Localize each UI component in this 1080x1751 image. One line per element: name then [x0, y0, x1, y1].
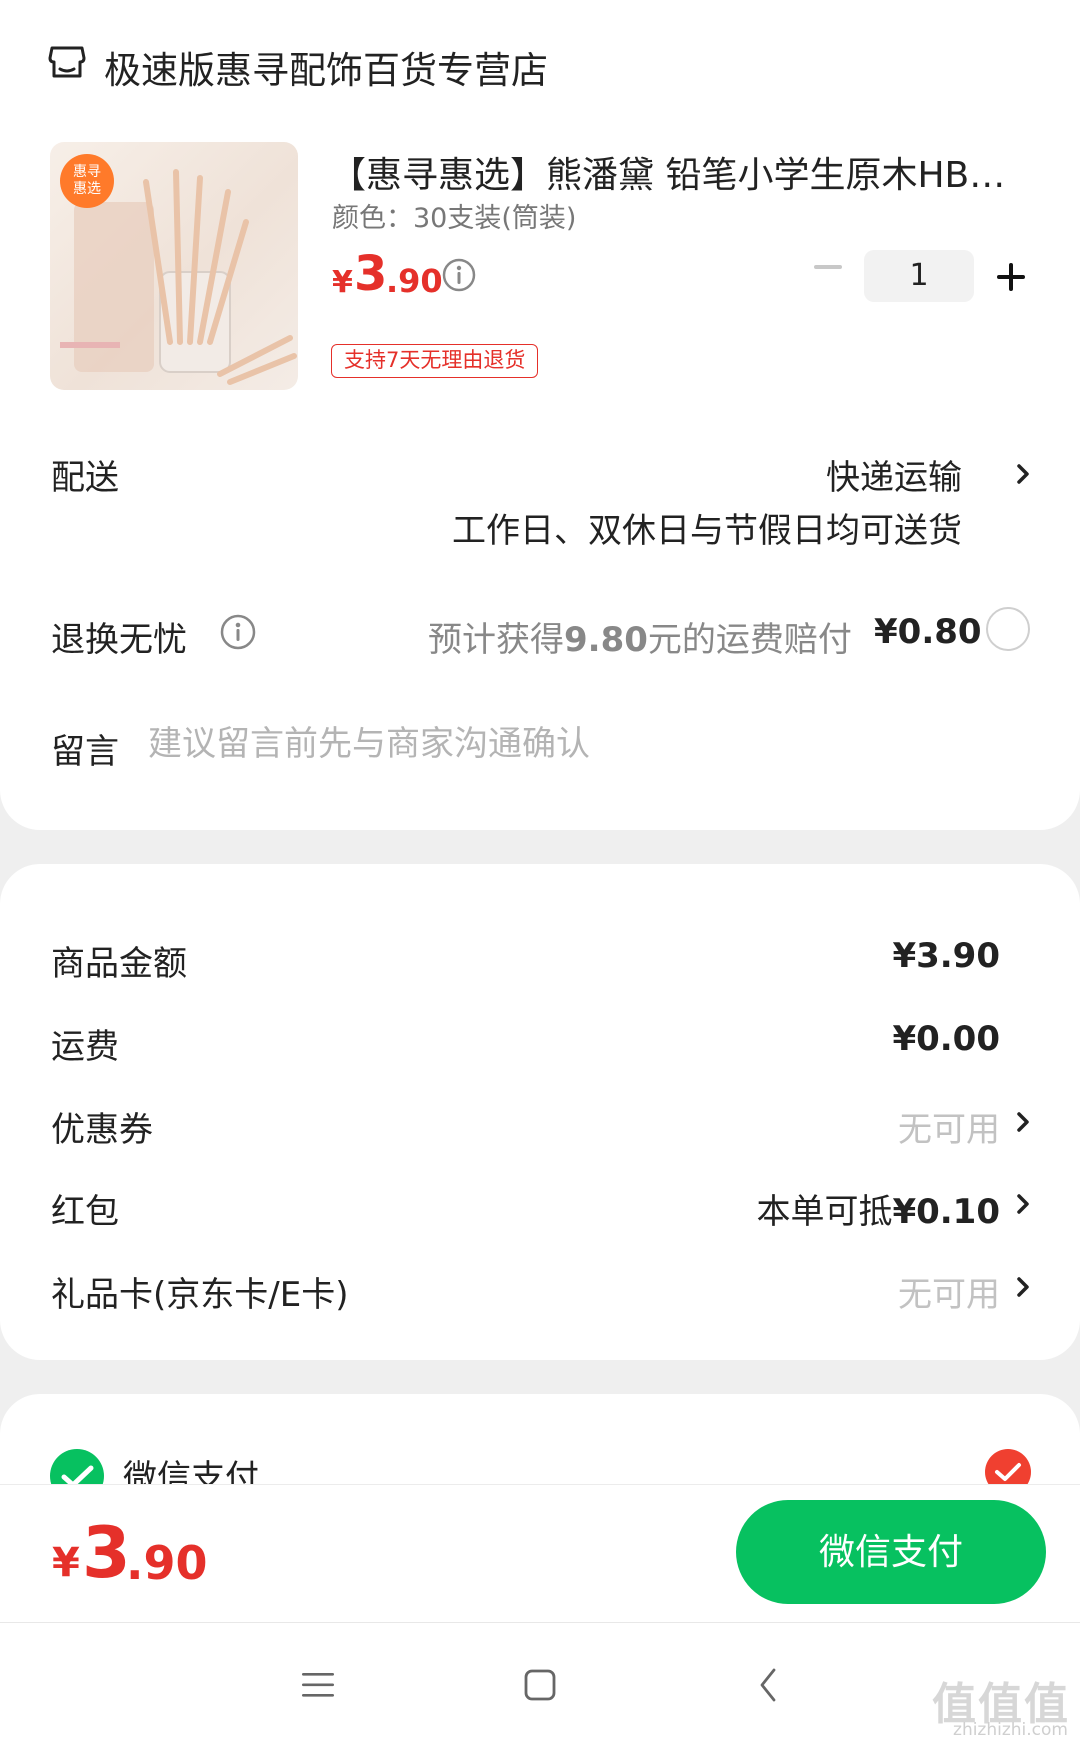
delivery-note: 工作日、双休日与节假日均可送货	[452, 511, 962, 551]
quantity-decrease-button[interactable]	[812, 250, 844, 284]
delivery-method[interactable]: 快递运输	[826, 450, 962, 499]
product-badge: 惠寻 惠选	[60, 154, 114, 208]
product-title[interactable]: 【惠寻惠选】熊潘黛 铅笔小学生原木HB三...	[330, 146, 1030, 198]
returns-price: ¥0.80	[874, 612, 982, 652]
gift-card-value[interactable]: 无可用	[898, 1267, 1000, 1316]
total-decimal: .90	[126, 1536, 208, 1590]
back-icon[interactable]	[758, 1666, 778, 1704]
red-packet-value[interactable]: 本单可抵¥0.10	[756, 1184, 1000, 1233]
menu-icon[interactable]	[301, 1670, 335, 1700]
red-packet-label[interactable]: 红包	[51, 1184, 119, 1233]
goods-amount-label: 商品金额	[51, 944, 187, 984]
return-policy-badge: 支持7天无理由退货	[331, 344, 539, 378]
goods-amount-value: ¥3.90	[892, 936, 1000, 976]
quantity-increase-button[interactable]	[994, 260, 1028, 294]
chevron-right-icon[interactable]	[1014, 1190, 1032, 1218]
product-image[interactable]: 惠寻 惠选	[50, 142, 298, 390]
quantity-field[interactable]: 1	[864, 250, 974, 302]
delivery-label: 配送	[51, 458, 119, 498]
returns-label: 退换无忧	[51, 620, 187, 660]
chevron-right-icon[interactable]	[1014, 1273, 1032, 1301]
info-icon[interactable]	[442, 258, 476, 292]
price-integer: 3	[354, 246, 388, 302]
returns-description: 预计获得9.80元的运费赔付	[428, 620, 852, 660]
chevron-right-icon[interactable]	[1014, 1108, 1032, 1136]
price-symbol: ¥	[332, 265, 353, 300]
info-icon[interactable]	[220, 614, 256, 650]
total-symbol: ¥	[52, 1540, 80, 1586]
returns-insurance-toggle[interactable]	[986, 607, 1030, 651]
product-spec[interactable]: 颜色：30支装(筒装)	[332, 196, 576, 235]
gift-card-label[interactable]: 礼品卡(京东卡/E卡)	[51, 1267, 348, 1316]
watermark-url: zhizhizhi.com	[953, 1720, 1068, 1740]
wechat-pay-button[interactable]: 微信支付	[736, 1500, 1046, 1604]
total-integer: 3	[82, 1512, 131, 1594]
shipping-fee-label: 运费	[51, 1027, 119, 1067]
store-name[interactable]: 极速版惠寻配饰百货专营店	[104, 40, 548, 94]
message-label: 留言	[51, 732, 119, 772]
coupon-label[interactable]: 优惠券	[51, 1102, 153, 1151]
shipping-fee-value: ¥0.00	[892, 1019, 1000, 1059]
message-input[interactable]	[148, 718, 1028, 770]
order-card	[0, 0, 1080, 830]
home-icon[interactable]	[524, 1668, 556, 1702]
store-icon	[48, 42, 86, 82]
price-decimal: .90	[386, 262, 443, 300]
chevron-right-icon[interactable]	[1014, 460, 1032, 488]
coupon-value[interactable]: 无可用	[898, 1102, 1000, 1151]
